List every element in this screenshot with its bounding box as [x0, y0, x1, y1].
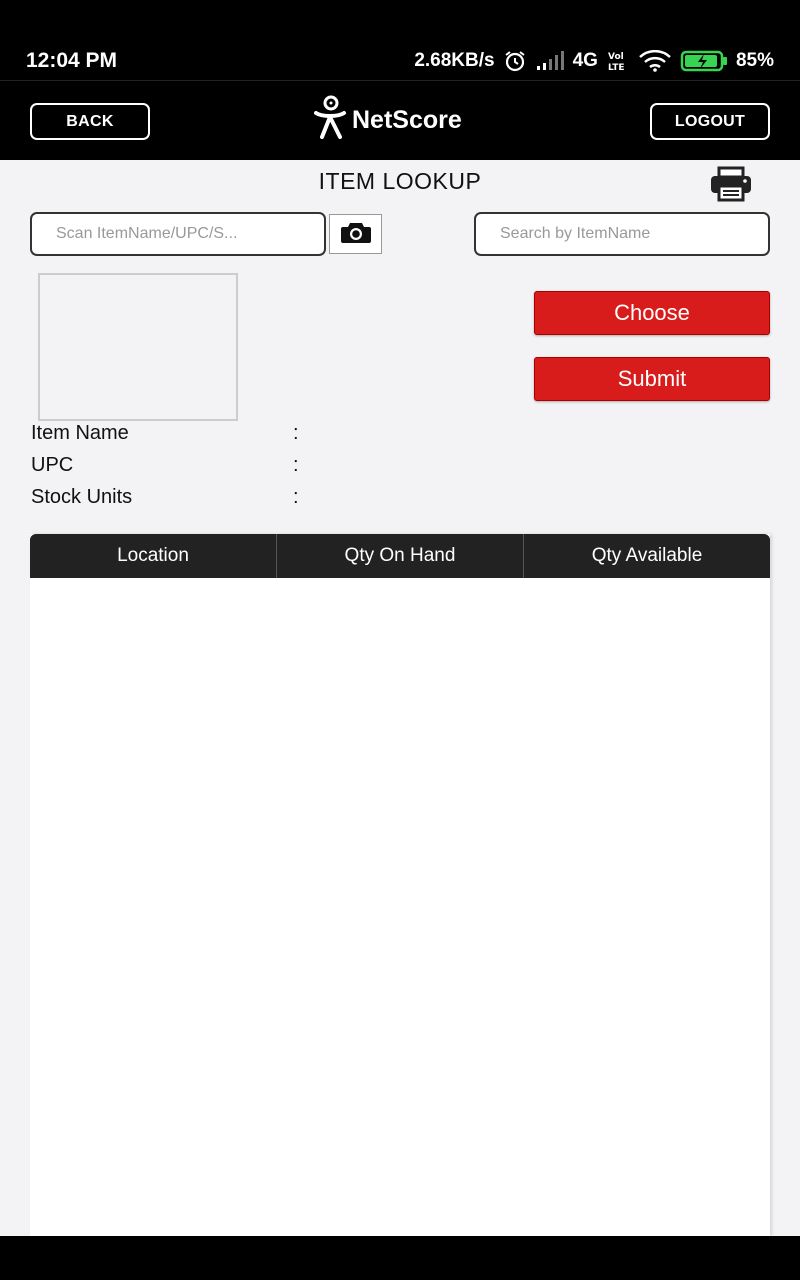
- status-time: 12:04 PM: [26, 49, 118, 72]
- logo-text: NetScore: [352, 105, 462, 134]
- column-qty-available: Qty Available: [591, 545, 703, 566]
- choose-button[interactable]: Choose: [534, 291, 770, 335]
- back-button[interactable]: BACK: [30, 103, 150, 140]
- battery-percent: 85%: [735, 50, 774, 71]
- item-name-separator: :: [293, 422, 299, 444]
- upc-separator: :: [293, 454, 299, 476]
- net-speed: 2.68KB/s: [414, 50, 495, 71]
- status-bar: 12:04 PM 2.68KB/s 4G Vol LTE 85%: [0, 0, 800, 80]
- camera-icon: [340, 220, 372, 249]
- table-body[interactable]: [30, 578, 770, 1236]
- item-name-label: Item Name: [31, 422, 129, 444]
- battery-icon: [680, 50, 728, 72]
- stock-units-label: Stock Units: [31, 486, 133, 508]
- column-qty-on-hand: Qty On Hand: [277, 534, 524, 578]
- network-type: 4G: [572, 50, 598, 71]
- signal-icon: [535, 51, 565, 71]
- submit-button[interactable]: Submit: [534, 357, 770, 401]
- svg-text:LTE: LTE: [608, 63, 625, 72]
- upc-label: UPC: [31, 454, 74, 476]
- alarm-icon: [503, 49, 527, 73]
- item-name-row: Item Name :: [31, 422, 331, 450]
- camera-button[interactable]: [329, 214, 382, 254]
- wifi-icon: [638, 50, 672, 72]
- column-location: Location: [30, 534, 277, 578]
- page-title: ITEM LOOKUP: [318, 168, 482, 194]
- item-image-placeholder: [38, 273, 238, 421]
- svg-text:Vol: Vol: [608, 52, 624, 62]
- scan-input[interactable]: Scan ItemName/UPC/S...: [30, 212, 326, 256]
- system-nav-bar: [0, 1236, 800, 1280]
- stock-units-separator: :: [293, 486, 299, 508]
- stock-units-row: Stock Units :: [31, 486, 331, 514]
- netscore-logo: NetScore: [310, 95, 462, 146]
- item-lookup-screen: ITEM LOOKUP Scan ItemName/UPC/S... Searc…: [0, 160, 800, 1236]
- search-by-itemname-input[interactable]: Search by ItemName: [474, 212, 770, 256]
- status-indicators: 2.68KB/s 4G Vol LTE 85%: [414, 48, 774, 74]
- netscore-logo-icon: [310, 95, 350, 146]
- stock-table: Location Qty On Hand Qty Available: [30, 534, 770, 1236]
- logout-button[interactable]: LOGOUT: [650, 103, 770, 140]
- table-header: Location Qty On Hand Qty Available: [30, 534, 770, 578]
- volte-icon: Vol LTE: [606, 50, 630, 72]
- printer-icon[interactable]: [708, 166, 754, 207]
- upc-row: UPC :: [31, 454, 331, 482]
- app-header: BACK NetScore LOGOUT: [0, 80, 800, 160]
